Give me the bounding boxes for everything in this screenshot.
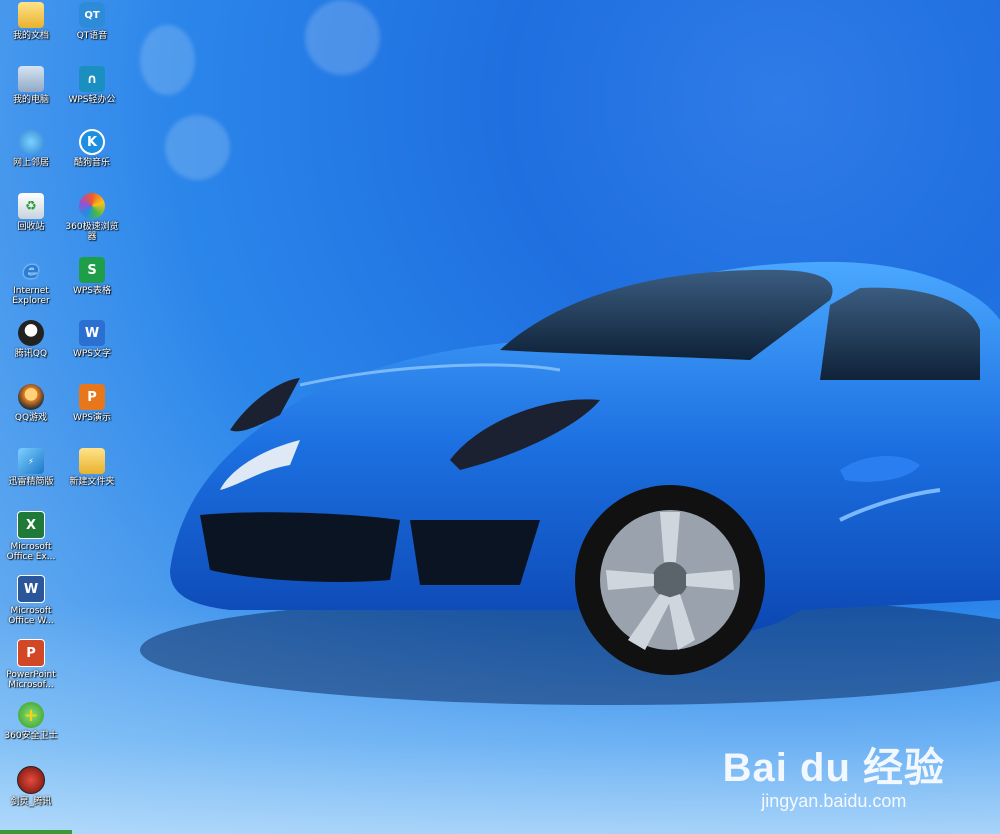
watermark-brand: Bai du 经验 <box>722 746 945 790</box>
bokeh-light <box>305 0 380 75</box>
excel-icon: X <box>17 511 45 539</box>
bokeh-light <box>165 115 230 180</box>
desktop-icon-label: 剑灵_腾讯 <box>10 797 52 807</box>
sports-car-image <box>140 261 1000 705</box>
desktop-icon-label: QT语音 <box>76 31 108 41</box>
desktop-icon-label: WPS演示 <box>72 413 112 423</box>
new-folder-icon <box>79 448 105 474</box>
ie-icon: e <box>22 256 40 284</box>
desktop-icon-label: 酷狗音乐 <box>73 158 110 168</box>
desktop-icon-new-folder[interactable]: 新建文件夹 <box>61 448 123 487</box>
wps-light-office-icon: ∩ <box>79 66 105 92</box>
desktop-icon-my-computer[interactable]: 我的电脑 <box>0 66 62 105</box>
desktop-icon-internet-explorer[interactable]: e Internet Explorer <box>0 256 62 306</box>
taskbar-start-edge <box>0 830 72 834</box>
desktop-icon-kugou-music[interactable]: K 酷狗音乐 <box>61 129 123 168</box>
desktop-icon-360-safe[interactable]: + 360安全卫士 <box>0 702 62 741</box>
wps-presentation-icon: P <box>79 384 105 410</box>
wps-writer-icon: W <box>79 320 105 346</box>
network-icon <box>18 129 44 155</box>
folder-documents-icon <box>18 2 44 28</box>
my-computer-icon <box>18 66 44 92</box>
wps-spreadsheet-icon: S <box>79 257 105 283</box>
desktop-icon-label: 网上邻居 <box>12 158 49 168</box>
desktop-icon-powerpoint[interactable]: P PowerPoint Microsof... <box>0 639 62 690</box>
desktop-icon-label: WPS文字 <box>72 349 112 359</box>
desktop-icon-label: WPS轻办公 <box>68 95 116 105</box>
360-safe-icon: + <box>18 702 44 728</box>
desktop-icon-qt-voice[interactable]: QT QT语音 <box>61 2 123 41</box>
desktop-icon-area: 我的文档 QT QT语音 我的电脑 ∩ WPS轻办公 网上邻居 K 酷狗音乐 ♻… <box>0 0 130 834</box>
bokeh-light <box>140 25 195 95</box>
desktop-icon-label: 360极速浏览 器 <box>65 222 119 242</box>
desktop-icon-label: 我的电脑 <box>12 95 49 105</box>
desktop-icon-excel[interactable]: X Microsoft Office Ex... <box>0 511 62 562</box>
desktop-icon-my-documents[interactable]: 我的文档 <box>0 2 62 41</box>
desktop-wallpaper <box>0 0 1000 834</box>
desktop-icon-label: Microsoft Office W... <box>8 606 54 626</box>
powerpoint-icon: P <box>17 639 45 667</box>
desktop-icon-wps-spreadsheet[interactable]: S WPS表格 <box>61 257 123 296</box>
desktop-icon-label: 360安全卫士 <box>4 731 58 741</box>
desktop-icon-label: 回收站 <box>17 222 45 232</box>
thunder-lite-icon: ⚡ <box>18 448 44 474</box>
desktop-icon-label: 新建文件夹 <box>69 477 115 487</box>
desktop-icon-word[interactable]: W Microsoft Office W... <box>0 575 62 626</box>
desktop-icon-label: Microsoft Office Ex... <box>6 542 56 562</box>
desktop-icon-label: 迅雷精简版 <box>8 477 54 487</box>
desktop-icon-thunder-lite[interactable]: ⚡ 迅雷精简版 <box>0 448 62 487</box>
qq-game-icon <box>18 384 44 410</box>
desktop-icon-label: 腾讯QQ <box>14 349 48 359</box>
qt-voice-icon: QT <box>79 2 105 28</box>
recycle-bin-icon: ♻ <box>18 193 44 219</box>
desktop-icon-recycle-bin[interactable]: ♻ 回收站 <box>0 193 62 232</box>
watermark-url: jingyan.baidu.com <box>761 791 907 811</box>
desktop-icon-360-browser[interactable]: 360极速浏览 器 <box>61 193 123 242</box>
baidu-jingyan-watermark: Bai du 经验 jingyan.baidu.com <box>723 735 945 812</box>
desktop-icon-wps-writer[interactable]: W WPS文字 <box>61 320 123 359</box>
qq-icon <box>18 320 44 346</box>
word-icon: W <box>17 575 45 603</box>
desktop-icon-blade-soul[interactable]: 剑灵_腾讯 <box>0 766 62 807</box>
desktop-icon-wps-light-office[interactable]: ∩ WPS轻办公 <box>61 66 123 105</box>
desktop-icon-qq-game[interactable]: QQ游戏 <box>0 384 62 423</box>
desktop-icon-wps-presentation[interactable]: P WPS演示 <box>61 384 123 423</box>
desktop-icon-label: PowerPoint Microsof... <box>6 670 56 690</box>
desktop-icon-label: WPS表格 <box>72 286 112 296</box>
desktop-icon-tencent-qq[interactable]: 腾讯QQ <box>0 320 62 359</box>
desktop-icon-label: 我的文档 <box>12 31 49 41</box>
kugou-music-icon: K <box>79 129 105 155</box>
desktop-icon-label: QQ游戏 <box>14 413 48 423</box>
desktop-icon-network[interactable]: 网上邻居 <box>0 129 62 168</box>
blade-soul-icon <box>17 766 45 794</box>
desktop-icon-label: Internet Explorer <box>12 286 50 306</box>
360-browser-icon <box>79 193 105 219</box>
